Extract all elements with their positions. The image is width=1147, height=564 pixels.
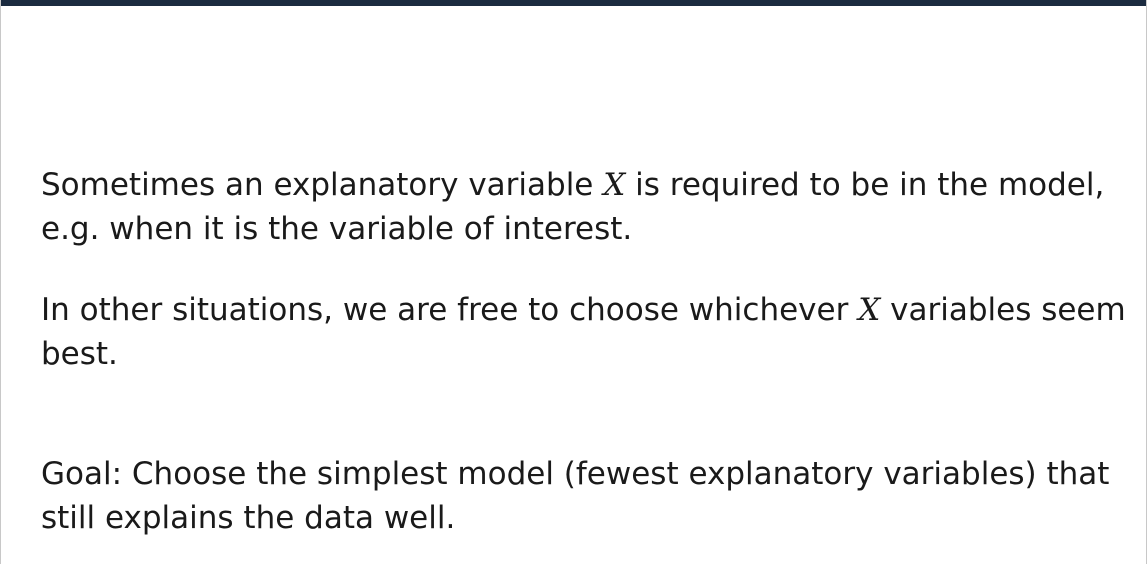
paragraph-2-text-before: In other situations, we are free to choo…: [41, 292, 859, 328]
paragraph-1-text-before: Sometimes an explanatory variable: [41, 167, 604, 203]
paragraph-required-variable: Sometimes an explanatory variable X is r…: [41, 163, 1126, 251]
math-variable-x: X: [603, 167, 626, 203]
header-bar: [1, 0, 1146, 6]
paragraph-free-choice: In other situations, we are free to choo…: [41, 288, 1126, 376]
slide-body: Sometimes an explanatory variable X is r…: [41, 163, 1126, 540]
slide: Sometimes an explanatory variable X is r…: [0, 0, 1147, 564]
math-variable-x: X: [858, 292, 881, 328]
paragraph-goal: Goal: Choose the simplest model (fewest …: [41, 456, 1110, 536]
